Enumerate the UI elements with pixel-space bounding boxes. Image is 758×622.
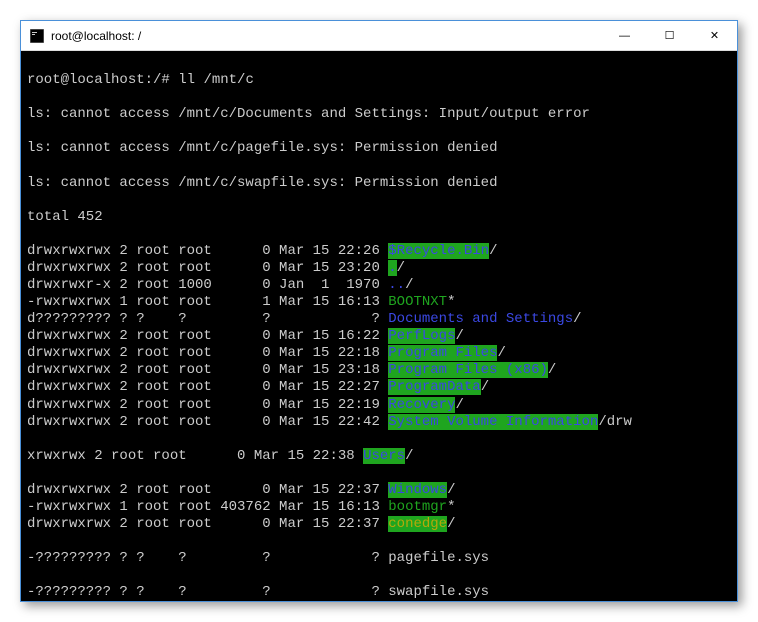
- suffix: /: [455, 328, 463, 344]
- maximize-button[interactable]: ☐: [647, 21, 692, 50]
- listing-row: drwxrwxrwx 2 root root 0 Mar 15 22:19 Re…: [27, 397, 731, 414]
- suffix: *: [447, 294, 455, 310]
- listing-row: -rwxrwxrwx 1 root root 1 Mar 15 16:13 BO…: [27, 294, 731, 311]
- perms: drwxrwxrwx 2 root root 0 Mar 15 22:19: [27, 397, 388, 413]
- perms: drwxrwxrwx 2 root root 0 Mar 15 22:42: [27, 414, 388, 430]
- prompt-line: root@localhost:/# ll /mnt/c: [27, 72, 731, 89]
- suffix: /: [573, 311, 581, 327]
- perms: drwxrwxrwx 2 root root 0 Mar 15 16:22: [27, 328, 388, 344]
- terminal-body[interactable]: root@localhost:/# ll /mnt/c ls: cannot a…: [21, 51, 737, 601]
- window-controls: — ☐ ✕: [602, 21, 737, 50]
- perms: xrwxrwx 2 root root 0 Mar 15 22:38: [27, 448, 363, 464]
- error-line: ls: cannot access /mnt/c/pagefile.sys: P…: [27, 140, 731, 157]
- perms: -rwxrwxrwx 1 root root 1 Mar 15 16:13: [27, 294, 388, 310]
- listing-row: drwxrwxrwx 2 root root 0 Mar 15 23:20 ./: [27, 260, 731, 277]
- filename: System Volume Information: [388, 414, 598, 430]
- perms: drwxrwxrwx 2 root root 0 Mar 15 23:18: [27, 362, 388, 378]
- suffix: *: [447, 499, 455, 515]
- total-line: total 452: [27, 209, 731, 226]
- suffix: /: [447, 516, 455, 532]
- suffix: /: [405, 277, 413, 293]
- suffix: /: [548, 362, 556, 378]
- perms: drwxrwxrwx 2 root root 0 Mar 15 22:18: [27, 345, 388, 361]
- listing-row: -rwxrwxrwx 1 root root 403762 Mar 15 16:…: [27, 499, 731, 516]
- listing-row: drwxrwxrwx 2 root root 0 Mar 15 22:18 Pr…: [27, 345, 731, 362]
- command: ll /mnt/c: [178, 72, 254, 88]
- close-button[interactable]: ✕: [692, 21, 737, 50]
- terminal-icon: [29, 28, 45, 44]
- perms: -rwxrwxrwx 1 root root 403762 Mar 15 16:…: [27, 499, 388, 515]
- prompt: root@localhost:/#: [27, 72, 178, 88]
- filename: Documents and Settings: [388, 311, 573, 327]
- suffix: /: [489, 243, 497, 259]
- listing-row: drwxrwxrwx 2 root root 0 Mar 15 16:22 Pe…: [27, 328, 731, 345]
- filename: bootmgr: [388, 499, 447, 515]
- filename: Program Files: [388, 345, 497, 361]
- titlebar[interactable]: root@localhost: / — ☐ ✕: [21, 21, 737, 51]
- filename: ProgramData: [388, 379, 480, 395]
- suffix: /: [598, 414, 606, 430]
- suffix: /: [455, 397, 463, 413]
- perms: d????????? ? ? ? ? ?: [27, 311, 388, 327]
- filename: ..: [388, 277, 405, 293]
- filename: BOOTNXT: [388, 294, 447, 310]
- listing-row: drwxrwxrwx 2 root root 0 Mar 15 22:37 co…: [27, 516, 731, 533]
- listing-row: drwxrwxrwx 2 root root 0 Mar 15 22:27 Pr…: [27, 379, 731, 396]
- error-line: ls: cannot access /mnt/c/swapfile.sys: P…: [27, 175, 731, 192]
- listing-row: drwxrwxrwx 2 root root 0 Mar 15 23:18 Pr…: [27, 362, 731, 379]
- terminal-window: root@localhost: / — ☐ ✕ root@localhost:/…: [20, 20, 738, 602]
- suffix: /: [397, 260, 405, 276]
- listing-row-wrap: xrwxrwx 2 root root 0 Mar 15 22:38 Users…: [27, 448, 731, 465]
- window-title: root@localhost: /: [51, 29, 602, 43]
- filename: Recovery: [388, 397, 455, 413]
- filename: Users: [363, 448, 405, 464]
- listing-row: -????????? ? ? ? ? ? swapfile.sys: [27, 584, 731, 601]
- error-line: ls: cannot access /mnt/c/Documents and S…: [27, 106, 731, 123]
- perms: drwxrwxrwx 2 root root 0 Mar 15 22:37: [27, 482, 388, 498]
- suffix: /: [481, 379, 489, 395]
- listing-row: drwxrwxrwx 2 root root 0 Mar 15 22:42 Sy…: [27, 414, 731, 431]
- suffix: /: [447, 482, 455, 498]
- perms: drwxrwxrwx 2 root root 0 Mar 15 22:26: [27, 243, 388, 259]
- filename: $Recycle.Bin: [388, 243, 489, 259]
- suffix: /: [405, 448, 413, 464]
- perms: drwxrwxrwx 2 root root 0 Mar 15 22:27: [27, 379, 388, 395]
- suffix: /: [497, 345, 505, 361]
- listing-row: d????????? ? ? ? ? ? Documents and Setti…: [27, 311, 731, 328]
- filename: Program Files (x86): [388, 362, 548, 378]
- perms: drwxrwxrwx 2 root root 0 Mar 15 22:37: [27, 516, 388, 532]
- filename: PerfLogs: [388, 328, 455, 344]
- perms: drwxrwxrwx 2 root root 0 Mar 15 23:20: [27, 260, 388, 276]
- filename: Windows: [388, 482, 447, 498]
- listing-row: drwxrwxrwx 2 root root 0 Mar 15 22:37 Wi…: [27, 482, 731, 499]
- listing-row: -????????? ? ? ? ? ? pagefile.sys: [27, 550, 731, 567]
- minimize-button[interactable]: —: [602, 21, 647, 50]
- wrap-tail: drw: [607, 414, 632, 430]
- perms: drwxrwxr-x 2 root 1000 0 Jan 1 1970: [27, 277, 388, 293]
- filename: .: [388, 260, 396, 276]
- filename: conedge: [388, 516, 447, 532]
- listing-row: drwxrwxr-x 2 root 1000 0 Jan 1 1970 ../: [27, 277, 731, 294]
- listing-row: drwxrwxrwx 2 root root 0 Mar 15 22:26 $R…: [27, 243, 731, 260]
